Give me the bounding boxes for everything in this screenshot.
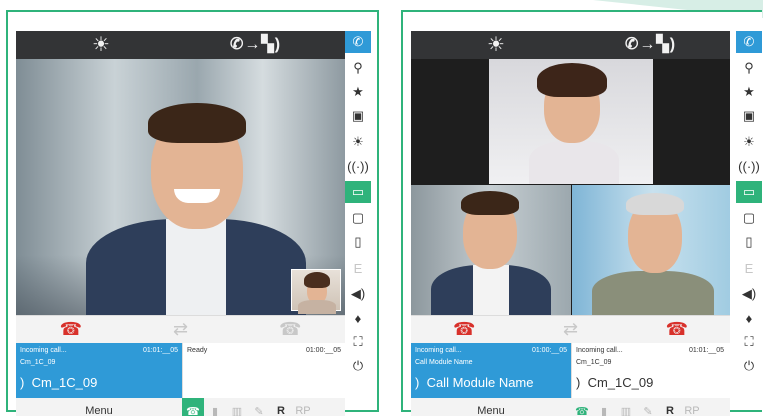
star-icon[interactable]: ★ — [736, 81, 762, 103]
door-icon[interactable]: ▯ — [345, 231, 371, 253]
intercom-ui-comparison: ☀ ✆→▚) ☎ ⇄ ☎ Incoming call... 01:01:__05… — [0, 0, 763, 416]
answer-icon[interactable]: ☎ — [182, 398, 204, 416]
call-controls: ☎ ⇄ ☎ — [411, 315, 730, 343]
gate-icon[interactable]: ▥ — [226, 398, 248, 416]
conference-video — [411, 59, 730, 315]
top-bar: ☀ ✆→▚) — [411, 31, 730, 59]
left-panel: ☀ ✆→▚) ☎ ⇄ ☎ Incoming call... 01:01:__05… — [6, 10, 379, 416]
hangup-icon[interactable]: ☎ — [16, 316, 126, 343]
screen-icon[interactable]: ▢ — [345, 207, 371, 229]
hold-call-icon[interactable]: ☎ — [235, 316, 345, 343]
call-status: Incoming call... — [576, 347, 623, 354]
camera-icon[interactable]: ▭ — [736, 181, 762, 203]
camera-icon[interactable]: ▭ — [345, 181, 371, 203]
location-icon[interactable]: ⚲ — [736, 57, 762, 79]
e-icon[interactable]: E — [736, 257, 762, 279]
light-icon[interactable]: ☀ — [736, 131, 762, 153]
fullscreen-icon[interactable]: ⛶ — [345, 331, 371, 353]
transfer-call-icon[interactable]: ✆→▚) — [230, 34, 281, 56]
right-sidebar: ✆ ⚲ ★ ▣ ☀ ((·)) ▭ ▢ ▯ E ◀) ♦ ⛶ ⏻ — [736, 31, 762, 406]
caller-name: ) Call Module Name — [415, 375, 534, 390]
transfer-call-icon[interactable]: ✆→▚) — [625, 34, 676, 56]
caller-name: ) Cm_1C_09 — [576, 375, 654, 390]
door-icon[interactable]: ▯ — [736, 231, 762, 253]
transfer-icon[interactable]: ✆ — [736, 31, 762, 53]
star-icon[interactable]: ★ — [345, 81, 371, 103]
fullscreen-icon[interactable]: ⛶ — [736, 331, 762, 353]
menu-button[interactable]: Menu — [411, 405, 571, 416]
call-controls: ☎ ⇄ ☎ — [16, 315, 345, 343]
hangup-icon[interactable]: ☎ — [411, 316, 517, 343]
answer-icon[interactable]: ☎ — [571, 398, 593, 416]
mute-icon[interactable]: ✎ — [248, 398, 270, 416]
door-open-icon[interactable]: ▮ — [593, 398, 615, 416]
bottom-bar: Menu ☎ ▮ ▥ ✎ R RP — [16, 398, 345, 416]
e-icon[interactable]: E — [345, 257, 371, 279]
broadcast-icon[interactable]: ((·)) — [345, 155, 371, 177]
hangup-second-icon[interactable]: ☎ — [624, 316, 730, 343]
idle-call-box[interactable]: Ready 01:00:__05 — [182, 343, 345, 398]
video-tile-operator[interactable] — [489, 59, 653, 184]
main-video — [16, 59, 345, 315]
bottom-bar: Menu ☎ ▮ ▥ ✎ R RP — [411, 398, 730, 416]
call-status: Incoming call... — [415, 347, 462, 354]
power-icon[interactable]: ⏻ — [345, 355, 371, 377]
call-status: Incoming call... — [20, 347, 67, 354]
r-button[interactable]: R — [270, 398, 292, 416]
volume-icon[interactable]: ◀) — [345, 283, 371, 305]
caller-man — [86, 89, 306, 315]
call-timer: 01:00:__05 — [305, 347, 341, 354]
rp-button[interactable]: RP — [292, 398, 314, 416]
broadcast-icon[interactable]: ((·)) — [736, 155, 762, 177]
caller-subtitle: Call Module Name — [415, 359, 473, 366]
screen-icon[interactable]: ▢ — [736, 207, 762, 229]
gate-icon[interactable]: ▥ — [615, 398, 637, 416]
light-icon[interactable]: ☀ — [345, 131, 371, 153]
intercom-icon[interactable]: ▣ — [345, 105, 371, 127]
caller-subtitle: Cm_1C_09 — [576, 359, 612, 366]
call-timer: 01:00:__05 — [531, 347, 567, 354]
swap-call-icon[interactable]: ⇄ — [517, 316, 623, 343]
video-tile-older-man[interactable] — [572, 185, 730, 315]
mic-icon[interactable]: ♦ — [345, 307, 371, 329]
call-timer: 01:01:__05 — [688, 347, 724, 354]
sun-icon[interactable]: ☀ — [487, 33, 505, 57]
call-timer: 01:01:__05 — [142, 347, 178, 354]
swap-call-icon[interactable]: ⇄ — [126, 316, 236, 343]
transfer-icon[interactable]: ✆ — [345, 31, 371, 53]
volume-icon[interactable]: ◀) — [736, 283, 762, 305]
power-icon[interactable]: ⏻ — [736, 355, 762, 377]
sun-icon[interactable]: ☀ — [92, 33, 110, 57]
mute-icon[interactable]: ✎ — [637, 398, 659, 416]
menu-button[interactable]: Menu — [16, 405, 182, 416]
right-sidebar: ✆ ⚲ ★ ▣ ☀ ((·)) ▭ ▢ ▯ E ◀) ♦ ⛶ ⏻ — [345, 31, 371, 406]
active-call-box[interactable]: Incoming call... 01:00:__05 Call Module … — [411, 343, 571, 398]
door-open-icon[interactable]: ▮ — [204, 398, 226, 416]
location-icon[interactable]: ⚲ — [345, 57, 371, 79]
caller-subtitle: Cm_1C_09 — [20, 359, 56, 366]
second-call-box[interactable]: Incoming call... 01:01:__05 Cm_1C_09 ) C… — [571, 343, 728, 398]
call-status: Ready — [187, 347, 208, 354]
mic-icon[interactable]: ♦ — [736, 307, 762, 329]
rp-button[interactable]: RP — [681, 398, 703, 416]
video-tile-man[interactable] — [411, 185, 571, 315]
top-bar: ☀ ✆→▚) — [16, 31, 345, 59]
right-panel: ☀ ✆→▚) ☎ ⇄ ☎ Incoming call... 01:00:__05… — [401, 10, 762, 416]
intercom-icon[interactable]: ▣ — [736, 105, 762, 127]
caller-name: ) Cm_1C_09 — [20, 375, 98, 390]
self-view-video[interactable] — [291, 269, 341, 314]
r-button[interactable]: R — [659, 398, 681, 416]
active-call-box[interactable]: Incoming call... 01:01:__05 Cm_1C_09 ) C… — [16, 343, 182, 398]
